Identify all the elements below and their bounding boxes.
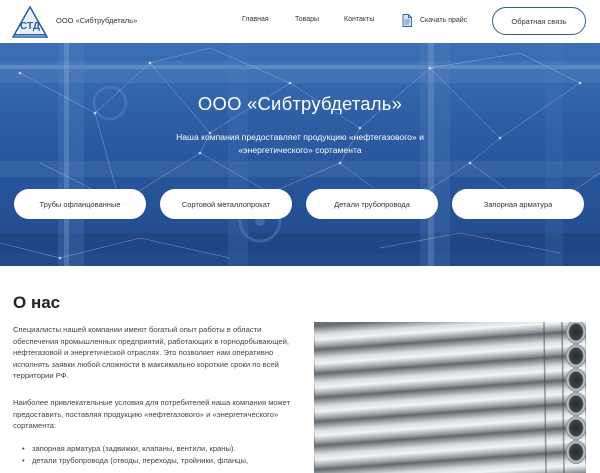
download-price-label: Скачать прайс [420, 16, 468, 24]
about-title: О нас [13, 293, 61, 312]
category-valves-button[interactable]: Запорная арматура [452, 189, 584, 219]
site-header: СТД ООО «Сибтрубдеталь» Главная Товары К… [0, 0, 600, 43]
nav-home[interactable]: Главная [242, 16, 269, 23]
about-paragraph-1: Специалисты нашей компании имеют богатый… [13, 325, 289, 380]
feedback-button[interactable]: Обратная связь [492, 7, 586, 35]
steel-pipes-photo [314, 322, 586, 473]
hero-title: ООО «Сибтрубдеталь» [197, 93, 403, 114]
about-paragraph-2: Наиболее привлекательные условия для пот… [13, 398, 291, 430]
about-product-list: запорная арматура (задвижки, клапаны, ве… [22, 443, 303, 466]
logo-text: СТД [20, 21, 40, 32]
list-item: детали трубопровода (отводы, переходы, т… [22, 455, 303, 467]
nav-products[interactable]: Товары [295, 16, 319, 23]
nav-contacts[interactable]: Контакты [344, 16, 374, 23]
category-rolled-metal-button[interactable]: Сортовой металлопрокат [160, 189, 292, 219]
category-pipeline-parts-button[interactable]: Детали трубопровода [306, 189, 438, 219]
list-item: запорная арматура (задвижки, клапаны, ве… [22, 443, 303, 455]
category-flanged-pipes-button[interactable]: Трубы офланцованные [14, 189, 146, 219]
download-price-link[interactable]: Скачать прайс [402, 13, 467, 27]
hero-subtitle: Наша компания предоставляет продукцию «н… [176, 132, 424, 155]
company-name: ООО «Сибтрубдеталь» [56, 16, 138, 25]
company-logo[interactable]: СТД [12, 6, 48, 38]
document-icon [402, 13, 412, 27]
hero-banner: ООО «Сибтрубдеталь» Наша компания предос… [0, 43, 600, 266]
